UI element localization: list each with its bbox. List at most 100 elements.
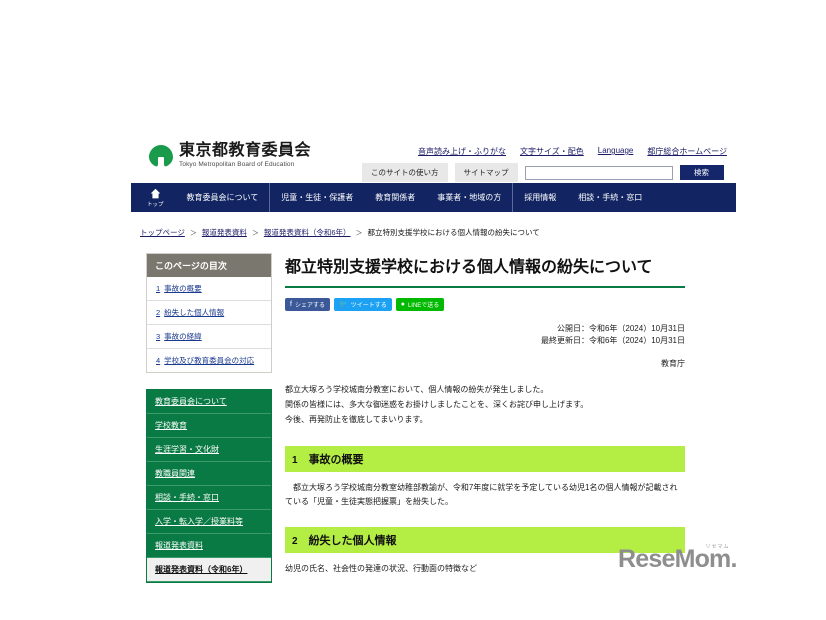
logo-english: Tokyo Metropolitan Board of Education (179, 161, 295, 168)
updated-date: 最終更新日：令和6年（2024）10月31日 (540, 335, 685, 345)
facebook-icon: f (290, 301, 292, 308)
sidebar-link-admission[interactable]: 入学・転入学／授業料等 (155, 517, 243, 526)
toc-num-1: 1 (156, 284, 161, 293)
sidebar-link-press-r6[interactable]: 報道発表資料（令和6年） (155, 565, 247, 574)
toc-link-4[interactable]: 4 学校及び教育委員会の対応 (156, 356, 254, 365)
sidebar-menu: 教育委員会について 学校教育 生涯学習・文化財 教職員関連 相談・手続・窓口 入… (146, 389, 272, 583)
ginkgo-leaf-icon (149, 144, 173, 167)
section-heading-1: 1 事故の概要 (285, 445, 685, 472)
sidebar-item-admission[interactable]: 入学・転入学／授業料等 (147, 510, 271, 534)
sidebar-link-about[interactable]: 教育委員会について (155, 397, 227, 406)
toc-num-2: 2 (156, 308, 161, 317)
toc-item-2[interactable]: 2 紛失した個人情報 (147, 301, 271, 325)
breadcrumb-link-press-r6[interactable]: 報道発表資料（令和6年） (264, 227, 351, 238)
toc-item-4[interactable]: 4 学校及び教育委員会の対応 (147, 349, 271, 372)
utility-toolbar: このサイトの使い方 サイトマップ 検索 (362, 163, 724, 182)
toc-label-2: 紛失した個人情報 (164, 308, 225, 317)
section-title-2: 紛失した個人情報 (308, 535, 397, 548)
breadcrumb-link-top[interactable]: トップページ (140, 227, 185, 238)
section-number-1: 1 (292, 454, 298, 466)
watermark-kana: リセマム (705, 544, 730, 550)
logo-text: 東京都教育委員会 Tokyo Metropolitan Board of Edu… (179, 143, 311, 169)
utility-link-textsize[interactable]: 文字サイズ・配色 (520, 146, 584, 157)
toc-item-1[interactable]: 1 事故の概要 (147, 277, 271, 301)
toc-title: このページの目次 (147, 254, 271, 277)
sidebar-item-about[interactable]: 教育委員会について (147, 390, 271, 414)
site-logo[interactable]: 東京都教育委員会 Tokyo Metropolitan Board of Edu… (148, 143, 311, 169)
utility-links: 音声読み上げ・ふりがな 文字サイズ・配色 Language 都庁総合ホームページ (418, 146, 727, 157)
main-content: 都立特別支援学校における個人情報の紛失について f シェアする 🐦 ツイートする… (285, 253, 685, 577)
toc-label-3: 事故の経緯 (164, 332, 202, 341)
share-label-facebook: シェアする (294, 303, 325, 309)
line-icon: ● (400, 301, 405, 308)
sidebar-item-press[interactable]: 報道発表資料 (147, 534, 271, 558)
section-body-1: 都立大塚ろう学校城南分教室幼稚部教諭が、令和7年度に就学を予定している幼児1名の… (285, 482, 678, 506)
breadcrumb: トップページ ＞ 報道発表資料 ＞ 報道発表資料（令和6年） ＞ 都立特別支援学… (140, 227, 540, 238)
sidebar-item-press-r6[interactable]: 報道発表資料（令和6年） (147, 558, 271, 582)
sidebar-link-press[interactable]: 報道発表資料 (155, 541, 203, 550)
page-title: 都立特別支援学校における個人情報の紛失について (285, 253, 685, 288)
share-button-twitter[interactable]: 🐦 ツイートする (333, 298, 392, 311)
sidebar-item-lifelong-learning[interactable]: 生涯学習・文化財 (147, 438, 271, 462)
toc-num-4: 4 (156, 356, 161, 365)
nav-item-recruit[interactable]: 採用情報 (512, 183, 567, 212)
page-toc: このページの目次 1 事故の概要 2 紛失した個人情報 3 事故の経緯 4 学校及び教育… (146, 253, 272, 373)
breadcrumb-separator: ＞ (251, 229, 259, 237)
logo-japanese: 東京都教育委員会 (179, 142, 312, 159)
nav-item-home[interactable]: トップ (131, 183, 176, 212)
toc-link-2[interactable]: 2 紛失した個人情報 (156, 308, 224, 317)
sidebar-item-school-education[interactable]: 学校教育 (147, 414, 271, 438)
sidebar-item-consultation[interactable]: 相談・手続・窓口 (147, 486, 271, 510)
nav-home-label: トップ (147, 201, 164, 208)
breadcrumb-link-press[interactable]: 報道発表資料 (202, 227, 247, 238)
share-buttons: f シェアする 🐦 ツイートする ● LINEで送る (285, 298, 685, 311)
sidebar-item-staff[interactable]: 教職員関連 (147, 462, 271, 486)
lead-paragraph: 都立大塚ろう学校城南分教室において、個人情報の紛失が発生しました。 関係の皆様に… (285, 383, 685, 427)
website-viewport: 東京都教育委員会 Tokyo Metropolitan Board of Edu… (0, 55, 826, 583)
sidebar: このページの目次 1 事故の概要 2 紛失した個人情報 3 事故の経緯 4 学校及び教育… (146, 253, 272, 583)
lead-line-2: 関係の皆様には、多大な御迷惑をお掛けしましたことを、深くお詫び申し上げます。 (285, 399, 589, 409)
nav-item-about[interactable]: 教育委員会について (176, 183, 270, 212)
share-button-line[interactable]: ● LINEで送る (395, 298, 445, 311)
share-label-twitter: ツイートする (350, 303, 387, 309)
utility-link-metro-home[interactable]: 都庁総合ホームページ (647, 146, 727, 157)
global-navigation: トップ 教育委員会について 児童・生徒・保護者 教育関係者 事業者・地域の方 採… (131, 183, 736, 212)
toc-item-3[interactable]: 3 事故の経緯 (147, 325, 271, 349)
publication-dates: 公開日：令和6年（2024）10月31日 最終更新日：令和6年（2024）10月… (285, 323, 685, 346)
toc-link-3[interactable]: 3 事故の経緯 (156, 332, 202, 341)
sidebar-link-consultation[interactable]: 相談・手続・窓口 (155, 493, 219, 502)
search-input[interactable] (524, 165, 673, 180)
screenshot-root: 東京都教育委員会 Tokyo Metropolitan Board of Edu… (0, 0, 826, 620)
breadcrumb-current: 都立特別支援学校における個人情報の紛失について (367, 228, 540, 237)
twitter-icon: 🐦 (338, 301, 348, 308)
sitemap-button[interactable]: サイトマップ (454, 163, 518, 182)
nav-item-educators[interactable]: 教育関係者 (364, 183, 426, 212)
sidebar-link-school-education[interactable]: 学校教育 (155, 421, 187, 430)
how-to-use-button[interactable]: このサイトの使い方 (362, 163, 448, 182)
section-title-1: 事故の概要 (308, 453, 364, 466)
section-number-2: 2 (292, 536, 298, 548)
toc-label-1: 事故の概要 (164, 284, 202, 293)
department-label: 教育庁 (661, 359, 685, 369)
published-date: 公開日：令和6年（2024）10月31日 (556, 324, 685, 333)
toc-label-4: 学校及び教育委員会の対応 (164, 356, 255, 365)
utility-link-language[interactable]: Language (598, 146, 634, 157)
toc-link-1[interactable]: 1 事故の概要 (156, 284, 202, 293)
utility-link-voice[interactable]: 音声読み上げ・ふりがな (418, 146, 506, 157)
breadcrumb-separator: ＞ (189, 229, 197, 237)
nav-item-students[interactable]: 児童・生徒・保護者 (269, 183, 364, 212)
breadcrumb-separator: ＞ (355, 229, 363, 237)
toc-num-3: 3 (156, 332, 161, 341)
search-button[interactable]: 検索 (679, 165, 724, 180)
share-button-facebook[interactable]: f シェアする (285, 298, 330, 311)
sidebar-link-staff[interactable]: 教職員関連 (155, 469, 195, 478)
lead-line-3: 今後、再発防止を徹底してまいります。 (285, 414, 428, 424)
site-header (0, 55, 826, 128)
nav-item-business[interactable]: 事業者・地域の方 (426, 183, 512, 212)
watermark-dot: . (730, 545, 738, 573)
home-icon (150, 188, 161, 198)
sidebar-link-lifelong-learning[interactable]: 生涯学習・文化財 (155, 445, 219, 454)
nav-item-consultation[interactable]: 相談・手続・窓口 (567, 183, 653, 212)
lead-line-1: 都立大塚ろう学校城南分教室において、個人情報の紛失が発生しました。 (285, 385, 549, 395)
resemom-watermark: ReseMom . リセマム (618, 544, 738, 573)
